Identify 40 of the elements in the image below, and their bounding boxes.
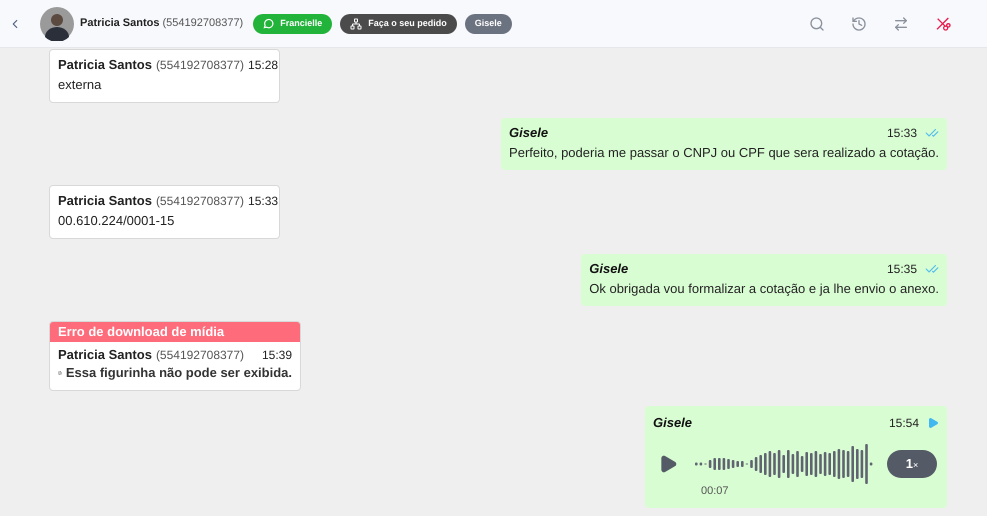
sender-name: Gisele: [653, 414, 692, 432]
message-text: externa: [58, 76, 102, 94]
play-status-icon: [927, 417, 939, 429]
sender-phone: (554192708377): [156, 57, 244, 74]
avatar: [40, 6, 74, 40]
transfer-button[interactable]: [893, 16, 909, 32]
tag-label: Faça o seu pedido: [368, 16, 447, 30]
scissors-slash-icon: [935, 16, 951, 32]
sender-name: Patricia Santos: [58, 346, 152, 364]
message-time: 15:33: [248, 193, 278, 210]
history-button[interactable]: [851, 16, 867, 32]
tag-label: Francielle: [280, 16, 322, 30]
sender-name: Patricia Santos: [58, 192, 152, 210]
audio-duration: 00:07: [701, 484, 730, 499]
message-text: Perfeito, poderia me passar o CNPJ ou CPF que sera realizado a cotação.: [509, 144, 939, 162]
message-time: 15:33: [886, 125, 917, 142]
sender-name: Gisele: [509, 124, 548, 142]
sender-phone: (554192708377): [156, 347, 244, 364]
message-time: 15:35: [886, 261, 917, 278]
sender-name: Patricia Santos: [58, 56, 152, 74]
chat-bubble-icon: [263, 18, 274, 29]
hierarchy-icon: [350, 18, 362, 30]
sender-phone: (554192708377): [156, 193, 244, 210]
search-button[interactable]: [809, 16, 825, 32]
sender-name: Gisele: [589, 260, 628, 278]
contact-name: Patricia Santos: [80, 16, 160, 32]
contact-phone: (554192708377): [162, 16, 244, 32]
transfer-arrows-icon: [893, 16, 909, 32]
message-text: Essa figurinha não pode ser exibida.: [66, 364, 292, 382]
message-text: 00.610.224/0001-15: [58, 212, 176, 230]
message-time: 15:28: [248, 57, 278, 74]
tag-label: Gisele: [474, 16, 502, 30]
error-banner: Erro de download de mídia: [50, 322, 300, 342]
playback-speed-button[interactable]: 1×: [887, 450, 937, 478]
message-text: Ok obrigada vou formalizar a cotação e ja lhe envio o anexo.: [589, 280, 939, 298]
history-icon: [851, 16, 867, 32]
message-time: 15:54: [888, 415, 919, 432]
search-icon: [809, 16, 825, 32]
close-ticket-button[interactable]: [935, 16, 951, 32]
message-time: 15:39: [262, 347, 292, 364]
